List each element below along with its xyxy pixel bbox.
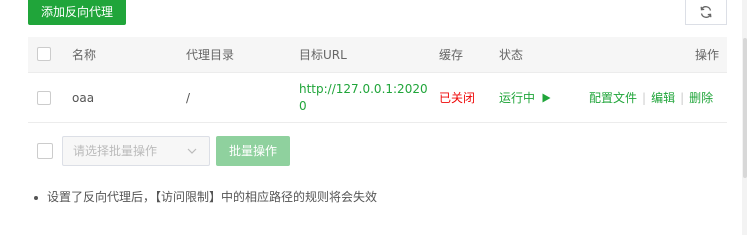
row-operations: 配置文件 | 编辑 | 删除 [589, 73, 713, 123]
play-icon [542, 93, 551, 103]
add-reverse-proxy-button[interactable]: 添加反向代理 [28, 0, 126, 25]
op-divider: | [680, 91, 685, 105]
op-divider: | [642, 91, 647, 105]
table-header: 名称 代理目录 目标URL 缓存 状态 操作 [28, 37, 727, 73]
edit-link[interactable]: 编辑 [651, 91, 675, 105]
header-status: 状态 [499, 48, 524, 62]
header-proxy-dir: 代理目录 [186, 48, 235, 62]
header-operations: 操作 [695, 48, 720, 62]
batch-select-checkbox[interactable] [37, 143, 53, 159]
chevron-down-icon [187, 148, 197, 154]
batch-action-placeholder: 请选择批量操作 [73, 144, 158, 158]
batch-action-select[interactable]: 请选择批量操作 [62, 136, 210, 166]
refresh-icon [700, 6, 712, 18]
scrollbar-thumb[interactable] [743, 38, 747, 178]
table-row: oaa / http://127.0.0.1:20200 已关闭 运行中 配置文… [28, 73, 727, 123]
refresh-button[interactable] [685, 0, 727, 25]
batch-action-button[interactable]: 批量操作 [216, 136, 290, 166]
config-file-link[interactable]: 配置文件 [589, 91, 637, 105]
row-name: oaa [72, 91, 95, 105]
row-run-status-label: 运行中 [499, 91, 536, 105]
delete-link[interactable]: 删除 [689, 91, 713, 105]
header-target-url: 目标URL [299, 48, 347, 62]
row-target-url: http://127.0.0.1:20200 [299, 82, 428, 113]
header-cache: 缓存 [439, 48, 464, 62]
row-cache-status[interactable]: 已关闭 [439, 73, 475, 123]
row-checkbox[interactable] [37, 91, 51, 105]
select-all-checkbox[interactable] [37, 47, 51, 61]
header-name: 名称 [72, 48, 97, 62]
row-run-status[interactable]: 运行中 [499, 73, 551, 123]
row-proxy-dir: / [186, 91, 191, 105]
notice-text-label: 设置了反向代理后，【访问限制】中的相应路径的规则将会失效 [47, 190, 378, 204]
notice-text: 设置了反向代理后，【访问限制】中的相应路径的规则将会失效 [34, 189, 377, 205]
bullet-icon [34, 195, 38, 200]
